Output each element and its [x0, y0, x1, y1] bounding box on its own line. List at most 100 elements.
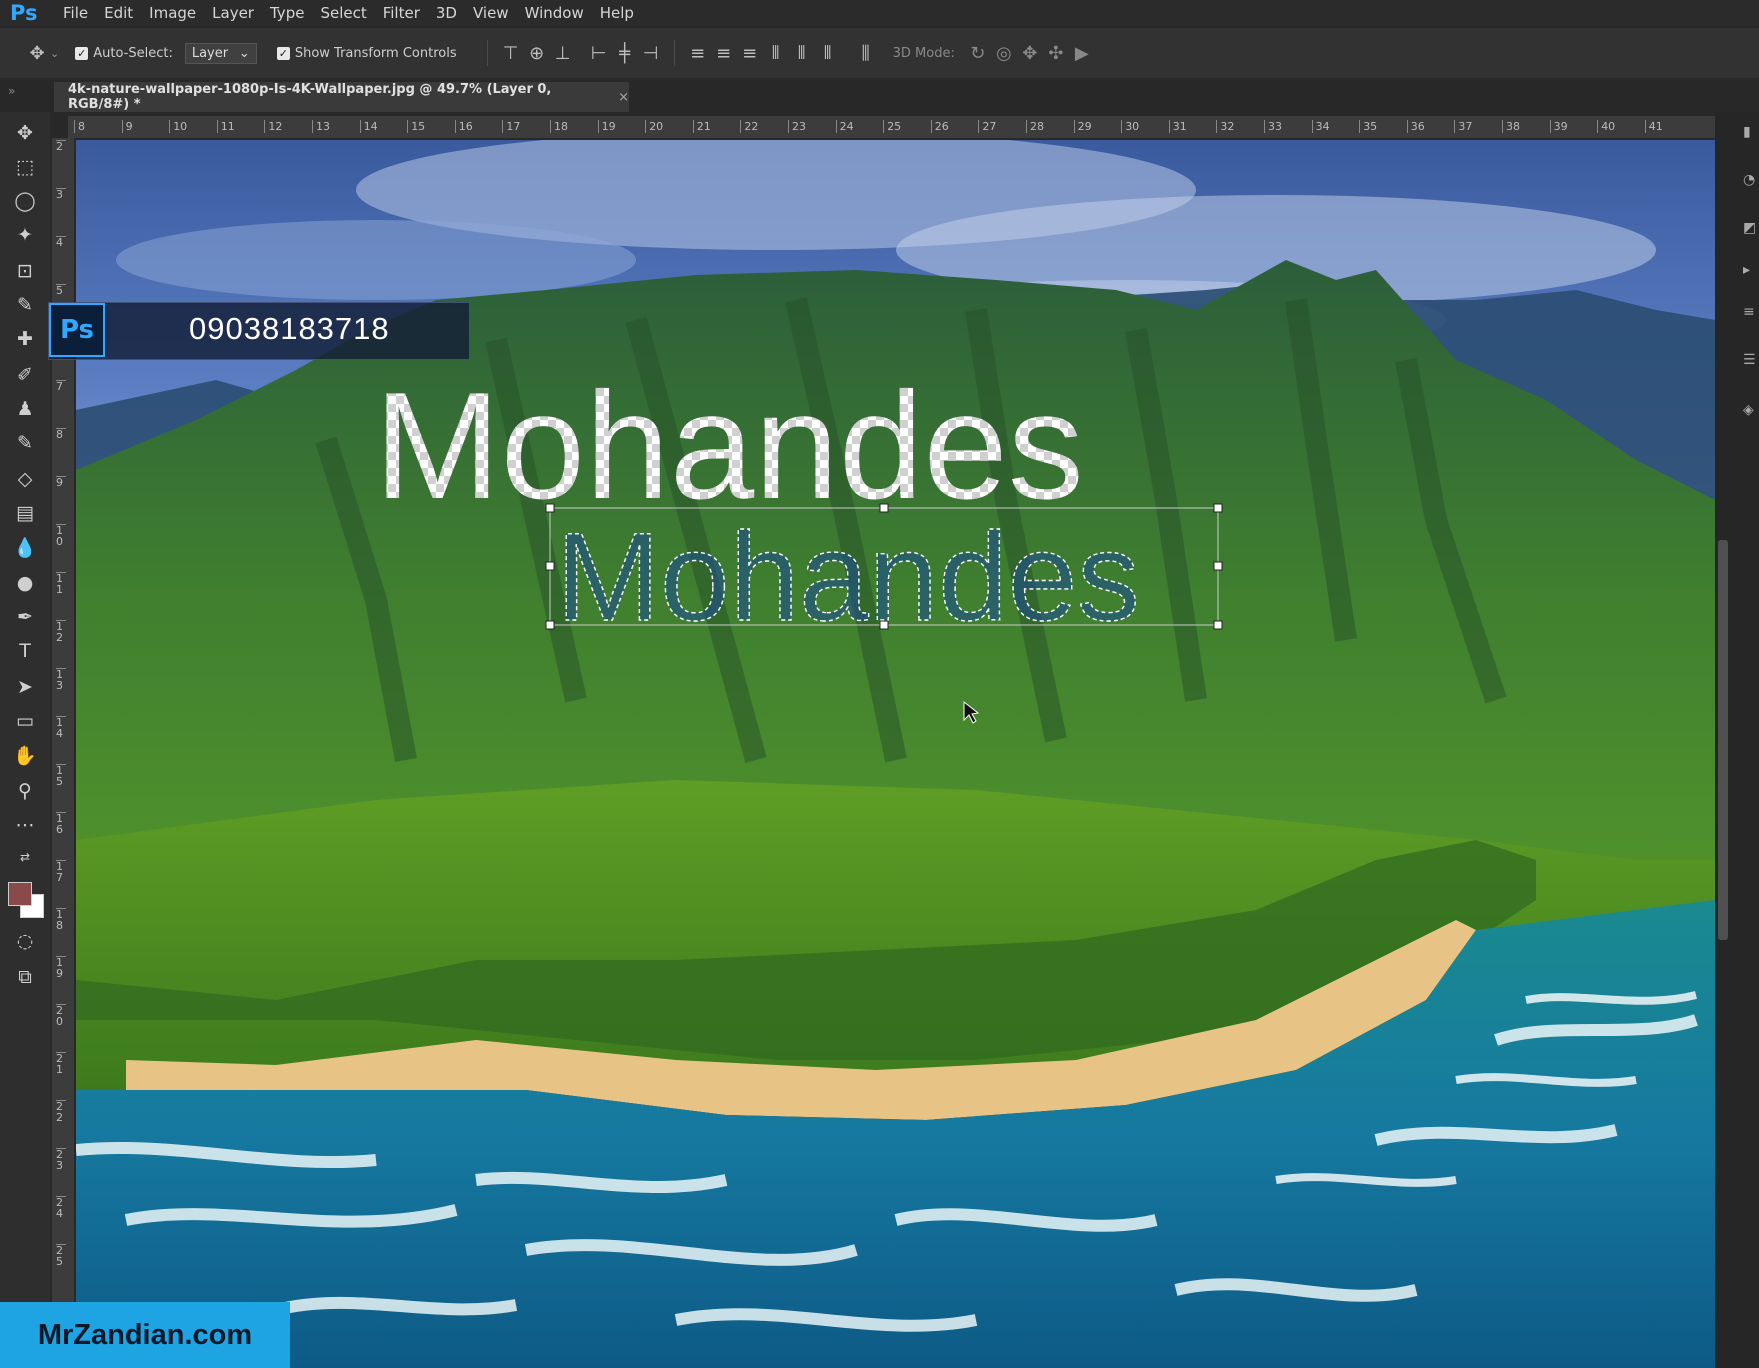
ps-badge-icon: Ps — [49, 303, 105, 357]
show-transform-checkbox[interactable]: ✓ — [276, 46, 290, 60]
menu-file[interactable]: File — [55, 4, 96, 22]
blur-tool-icon[interactable]: 💧 — [8, 532, 42, 562]
ruler-tick-label: 10 — [56, 524, 66, 547]
ruler-tick-label: 14 — [359, 120, 378, 133]
panel-icon[interactable]: ◩ — [1743, 220, 1756, 236]
auto-select-target-dropdown[interactable]: Layer ⌄ — [184, 42, 257, 64]
type-tool-icon[interactable]: T — [8, 636, 42, 666]
text-mohandes-selected[interactable]: Mohandes — [555, 507, 1140, 647]
3d-slide-icon[interactable]: ✣ — [1043, 40, 1069, 66]
transform-handle-br[interactable] — [1213, 620, 1223, 630]
distribute-horizontal-center-icon[interactable]: ⦀ — [789, 40, 815, 66]
hand-tool-icon[interactable]: ✋ — [8, 740, 42, 770]
app-logo: Ps — [10, 1, 38, 25]
panel-icon[interactable]: ◈ — [1743, 402, 1754, 418]
3d-rotate-icon[interactable]: ↻ — [965, 40, 991, 66]
menu-type[interactable]: Type — [262, 4, 312, 22]
watermark-badge: MrZandian.com — [0, 1302, 290, 1368]
menu-image[interactable]: Image — [141, 4, 204, 22]
align-horizontal-center-icon[interactable]: ╪ — [612, 40, 638, 66]
transform-handle-bl[interactable] — [545, 620, 555, 630]
menu-3d[interactable]: 3D — [428, 4, 465, 22]
screen-mode-icon[interactable]: ⧉ — [8, 962, 42, 992]
clone-stamp-tool-icon[interactable]: ♟ — [8, 394, 42, 424]
distribute-top-icon[interactable]: ≡ — [685, 40, 711, 66]
panel-icon[interactable]: ▸ — [1743, 262, 1750, 278]
swap-colors-icon[interactable]: ⇄ — [8, 842, 42, 872]
path-selection-tool-icon[interactable]: ➤ — [8, 672, 42, 702]
ruler-tick-label: 17 — [502, 120, 520, 133]
panel-icon[interactable]: ◔ — [1743, 172, 1755, 188]
3d-mode-label: 3D Mode: — [892, 45, 955, 61]
distribute-left-icon[interactable]: ⦀ — [763, 40, 789, 66]
ruler-tick-label: 20 — [645, 120, 663, 133]
history-brush-tool-icon[interactable]: ✎ — [8, 428, 42, 458]
distribute-bottom-icon[interactable]: ≡ — [737, 40, 763, 66]
menu-edit[interactable]: Edit — [96, 4, 141, 22]
distribute-right-icon[interactable]: ⦀ — [815, 40, 841, 66]
align-right-icon[interactable]: ⊣ — [638, 40, 664, 66]
align-vertical-center-icon[interactable]: ⊕ — [524, 40, 550, 66]
quick-mask-icon[interactable]: ◌ — [8, 926, 42, 956]
ruler-tick-label: 41 — [1644, 120, 1663, 133]
pen-tool-icon[interactable]: ✒ — [8, 602, 42, 632]
collapse-panels-icon[interactable]: » — [8, 84, 15, 98]
ruler-tick-label: 27 — [978, 120, 996, 133]
vertical-scrollbar[interactable] — [1718, 540, 1728, 940]
crop-tool-icon[interactable]: ⊡ — [8, 256, 42, 286]
align-bottom-icon[interactable]: ⊥ — [550, 40, 576, 66]
menu-layer[interactable]: Layer — [204, 4, 262, 22]
3d-roll-icon[interactable]: ◎ — [991, 40, 1017, 66]
menu-help[interactable]: Help — [592, 4, 642, 22]
panel-icon[interactable]: ▮ — [1743, 124, 1751, 140]
more-tools-icon[interactable]: ⋯ — [8, 810, 42, 840]
eyedropper-tool-icon[interactable]: ✎ — [8, 290, 42, 320]
zoom-tool-icon[interactable]: ⚲ — [8, 776, 42, 806]
transform-handle-tl[interactable] — [545, 503, 555, 513]
ruler-tick-label: 3 — [56, 188, 66, 200]
menu-select[interactable]: Select — [312, 4, 374, 22]
marquee-tool-icon[interactable]: ⬚ — [8, 152, 42, 182]
rectangle-tool-icon[interactable]: ▭ — [8, 706, 42, 736]
dodge-tool-icon[interactable]: ● — [8, 568, 42, 598]
3d-scale-icon[interactable]: ▶ — [1069, 40, 1095, 66]
close-icon[interactable]: × — [618, 90, 629, 105]
transparent-text-layer[interactable]: Mohandes — [374, 361, 1084, 531]
magic-wand-tool-icon[interactable]: ✦ — [8, 220, 42, 250]
ruler-tick-label: 17 — [56, 860, 66, 883]
menu-view[interactable]: View — [465, 4, 517, 22]
menu-filter[interactable]: Filter — [375, 4, 428, 22]
brush-tool-icon[interactable]: ✐ — [8, 360, 42, 390]
auto-select-checkbox[interactable]: ✓ — [75, 46, 89, 60]
ruler-tick-label: 15 — [56, 764, 66, 787]
ruler-tick-label: 12 — [56, 620, 66, 643]
preset-dropdown-icon[interactable]: ⌄ — [50, 47, 59, 60]
ruler-tick-label: 8 — [56, 428, 66, 440]
ruler-tick-label: 21 — [56, 1052, 66, 1075]
transform-handle-mr[interactable] — [1213, 561, 1223, 571]
distribute-vertical-center-icon[interactable]: ≡ — [711, 40, 737, 66]
transform-handle-ml[interactable] — [545, 561, 555, 571]
foreground-color-swatch[interactable] — [8, 882, 32, 906]
move-tool-icon[interactable]: ✥ — [8, 118, 42, 148]
move-tool-preset-icon[interactable]: ✥ — [24, 40, 50, 66]
auto-align-icon[interactable]: ⫼ — [853, 40, 879, 66]
transform-handle-tr[interactable] — [1213, 503, 1223, 513]
gradient-tool-icon[interactable]: ▤ — [8, 498, 42, 528]
menu-window[interactable]: Window — [517, 4, 592, 22]
lasso-tool-icon[interactable]: ◯ — [8, 186, 42, 216]
align-top-icon[interactable]: ⊤ — [498, 40, 524, 66]
ruler-tick-label: 25 — [883, 120, 901, 133]
panel-icon[interactable]: ≡ — [1743, 304, 1755, 320]
transform-handle-bc[interactable] — [879, 620, 889, 630]
text-mohandes-top[interactable]: Mohandes — [374, 361, 1084, 531]
eraser-tool-icon[interactable]: ◇ — [8, 464, 42, 494]
panel-icon[interactable]: ☰ — [1743, 352, 1756, 368]
transform-handle-tc[interactable] — [879, 503, 889, 513]
3d-pan-icon[interactable]: ✥ — [1017, 40, 1043, 66]
healing-brush-tool-icon[interactable]: ✚ — [8, 324, 42, 354]
ruler-tick-label: 18 — [550, 120, 568, 133]
align-left-icon[interactable]: ⊢ — [586, 40, 612, 66]
document-tab[interactable]: 4k-nature-wallpaper-1080p-Is-4K-Wallpape… — [54, 82, 629, 112]
tools-panel: ✥ ⬚ ◯ ✦ ⊡ ✎ ✚ ✐ ♟ ✎ ◇ ▤ 💧 ● ✒ T ➤ ▭ ✋ ⚲ … — [0, 112, 50, 1368]
